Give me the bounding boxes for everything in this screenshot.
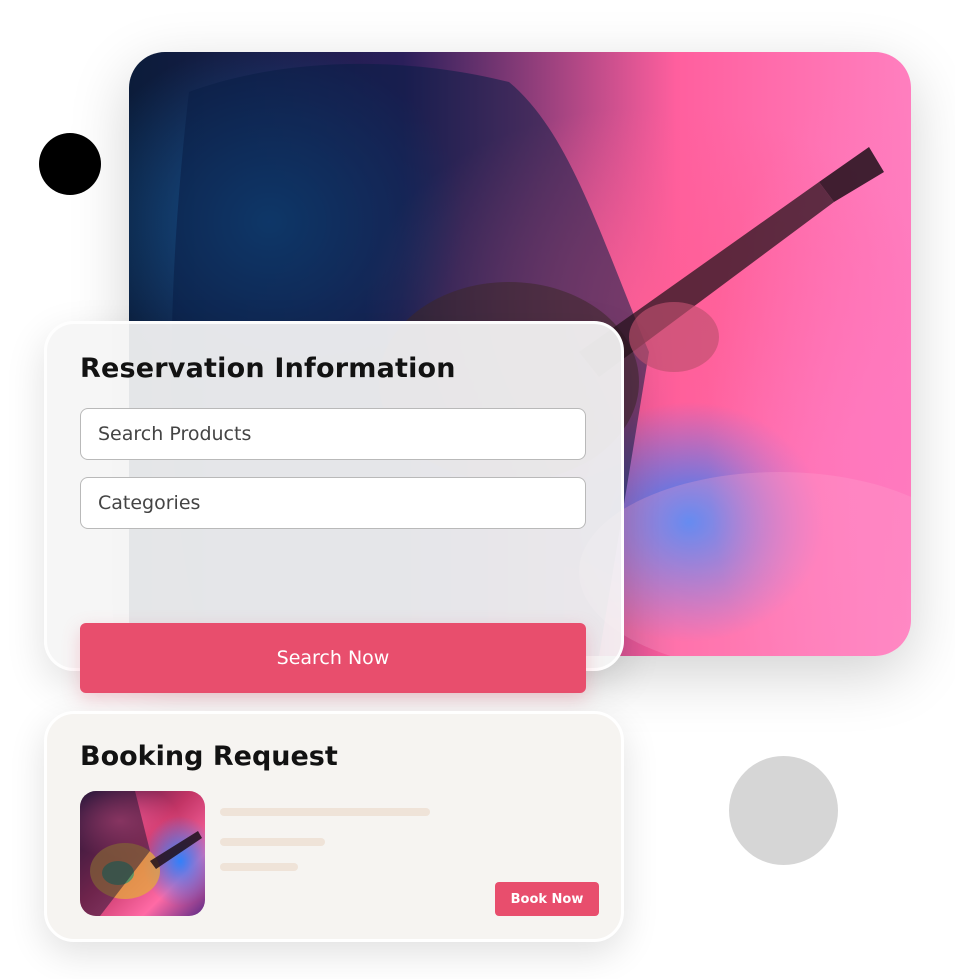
placeholder-line (220, 808, 430, 816)
fretting-hand (629, 302, 719, 372)
search-now-button[interactable]: Search Now (80, 623, 586, 693)
book-now-button[interactable]: Book Now (495, 882, 599, 916)
guitar-thumbnail (80, 791, 205, 916)
categories-select[interactable]: Categories (80, 477, 586, 529)
placeholder-line (220, 838, 325, 846)
placeholder-line (220, 863, 298, 871)
reservation-title: Reservation Information (80, 353, 456, 384)
categories-placeholder: Categories (98, 492, 201, 514)
guitar-headstock (819, 147, 884, 202)
search-products-placeholder: Search Products (98, 423, 252, 445)
reservation-card: Reservation Information Search Products … (44, 321, 624, 671)
booking-title: Booking Request (80, 741, 338, 772)
decorative-gray-circle (729, 756, 838, 865)
thumbnail-guitar-neck (150, 831, 202, 869)
guitar-thumbnail-art (80, 791, 202, 916)
search-products-input[interactable]: Search Products (80, 408, 586, 460)
decorative-black-circle (39, 133, 101, 195)
booking-request-card: Booking Request Book Now (44, 711, 624, 942)
stage-haze (579, 472, 911, 656)
